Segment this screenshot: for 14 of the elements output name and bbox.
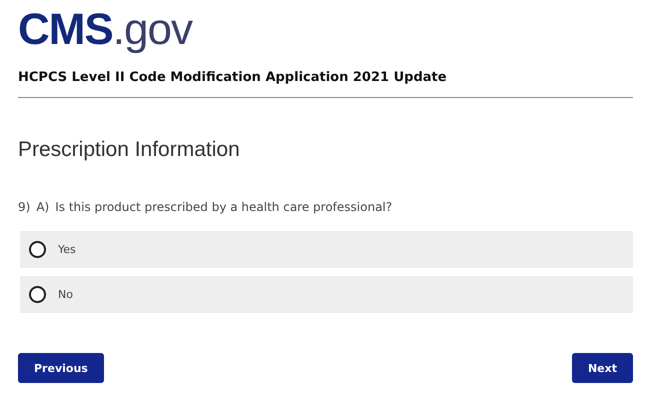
previous-button[interactable]: Previous <box>18 353 104 383</box>
next-button[interactable]: Next <box>572 353 633 383</box>
radio-icon[interactable] <box>29 286 46 303</box>
cms-logo: CMS.gov <box>18 6 192 54</box>
question-number: 9) <box>18 200 30 214</box>
question-text: Is this product prescribed by a health care professional? <box>55 200 392 214</box>
page-title: HCPCS Level II Code Modification Application 2021 Update <box>18 70 448 85</box>
option-label: No <box>58 288 73 301</box>
question-part: A) <box>36 200 50 214</box>
radio-icon[interactable] <box>29 241 46 258</box>
section-heading: Prescription Information <box>18 138 241 162</box>
radio-option[interactable]: Yes <box>20 231 633 268</box>
radio-option[interactable]: No <box>20 276 633 313</box>
option-label: Yes <box>58 243 76 256</box>
